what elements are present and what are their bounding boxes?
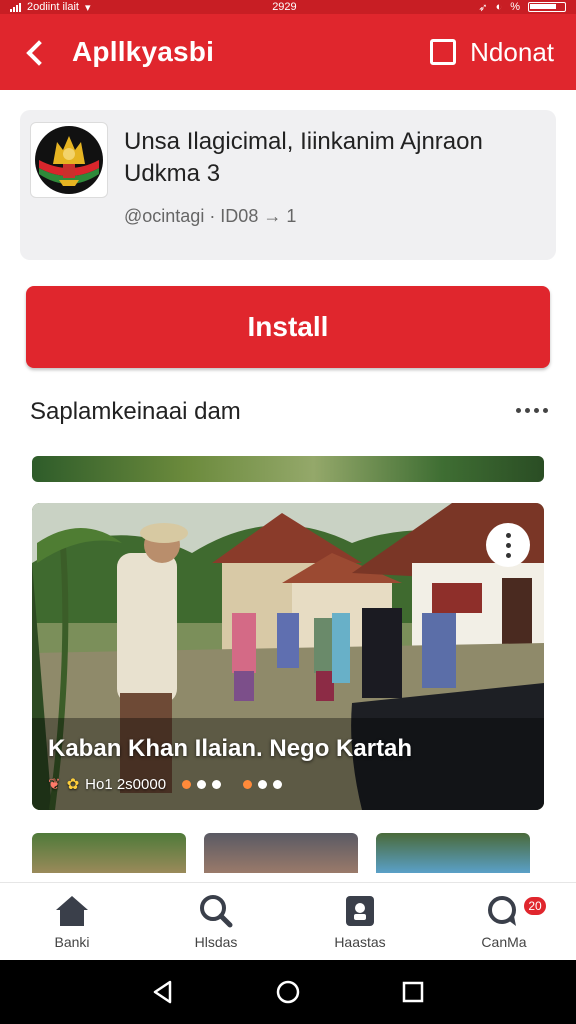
vertical-dots-icon[interactable] [486, 523, 530, 567]
reaction-star-icon: ✿ [66, 776, 80, 793]
search-icon [200, 894, 233, 927]
back-arrow-icon[interactable] [22, 37, 52, 67]
nav-label-search: Hlsdas [194, 933, 238, 950]
app-name: Unsa Ilagicimal, Iiinkanim Ajnraon Udkma… [124, 128, 483, 187]
nav-item-home[interactable]: Banki [0, 883, 144, 960]
signal-icon [10, 2, 21, 12]
status-time: 2929 [272, 1, 297, 13]
thumbnail-1[interactable] [32, 833, 186, 873]
nav-item-search[interactable]: Hlsdas [144, 883, 288, 960]
checkbox-icon[interactable] [430, 39, 457, 65]
home-icon [56, 895, 88, 926]
feature-caption: Kaban Khan Ilaian. Nego Kartah [48, 735, 413, 762]
nav-label-chat: CanMa [481, 933, 527, 950]
battery-icon [528, 2, 566, 12]
system-recents-button[interactable] [393, 972, 433, 1012]
indicator-dot [273, 779, 283, 789]
bottom-navigation: Banki Hlsdas Haastas 20 CanMa [0, 882, 576, 960]
circle-home-icon [276, 980, 300, 1004]
thumbnail-3[interactable] [376, 833, 530, 873]
feature-stats-label: Ho1 2s0000 [85, 775, 167, 793]
indicator-dot [258, 779, 268, 789]
notification-badge: 20 [522, 895, 548, 917]
battery-percent: % [510, 1, 520, 13]
library-icon [346, 895, 374, 926]
donate-label: Ndonat [470, 36, 554, 67]
app-meta: @ocintagi · ID08 → 1 [124, 206, 297, 226]
featured-photo-card[interactable]: Kaban Khan Ilaian. Nego Kartah ❦ ✿ Ho1 2… [32, 503, 544, 810]
status-bar: 2odiint ilait ▾ 2929 ➶ ◐ % [0, 0, 576, 14]
system-navigation [0, 960, 576, 1024]
main-content: Unsa Ilagicimal, Iiinkanim Ajnraon Udkma… [8, 96, 568, 882]
app-info-card: Unsa Ilagicimal, Iiinkanim Ajnraon Udkma… [20, 110, 556, 260]
app-bar: Apllkyasbi Ndonat [0, 14, 576, 90]
triangle-back-icon [153, 980, 171, 1004]
donate-action[interactable]: Ndonat [430, 37, 554, 68]
install-button[interactable]: Install [26, 286, 550, 368]
more-horizontal-icon[interactable] [516, 408, 548, 413]
chat-icon [488, 895, 516, 926]
nav-item-library[interactable]: Haastas [288, 883, 432, 960]
nav-label-home: Banki [54, 933, 90, 950]
indicator-dot [212, 779, 222, 789]
reaction-heart-icon: ❦ [48, 776, 61, 793]
wifi-icon: ▾ [84, 1, 91, 14]
village-scene-photo [32, 503, 544, 810]
feature-stats: ❦ ✿ Ho1 2s0000 [48, 775, 283, 793]
sync-icon: ◐ [495, 1, 503, 13]
app-bar-title: Apllkyasbi [72, 36, 215, 67]
system-home-button[interactable] [268, 972, 308, 1012]
indicator-dot [197, 779, 207, 789]
section-title: Saplamkeinaai dam [30, 398, 241, 425]
ornate-emblem-logo [30, 122, 108, 198]
square-recents-icon [403, 981, 424, 1003]
nav-label-library: Haastas [334, 933, 386, 950]
system-back-button[interactable] [143, 972, 183, 1012]
nav-item-chat[interactable]: 20 CanMa [432, 883, 576, 960]
location-icon: ➶ [478, 1, 488, 14]
thumbnail-2[interactable] [204, 833, 358, 873]
banner-strip[interactable] [32, 456, 544, 482]
status-carrier: 2odiint ilait [27, 1, 79, 13]
indicator-dot [182, 779, 192, 789]
indicator-dot [243, 779, 253, 789]
